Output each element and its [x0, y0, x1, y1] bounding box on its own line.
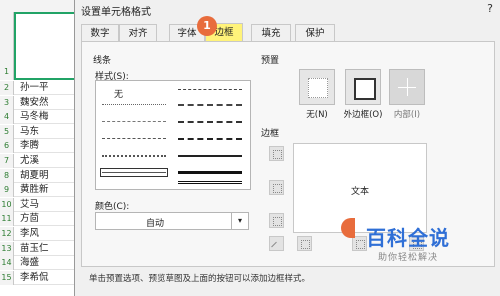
- table-row[interactable]: 李希侃: [14, 271, 82, 285]
- table-row[interactable]: 方茴: [14, 212, 82, 227]
- line-style-none[interactable]: 无: [114, 87, 123, 100]
- dialog-title: 设置单元格格式: [81, 7, 151, 18]
- tab-protection[interactable]: 保护: [295, 24, 335, 41]
- watermark-logo: 百科全说: [366, 226, 450, 250]
- line-style-option[interactable]: [178, 181, 242, 184]
- row-number[interactable]: 14: [0, 256, 14, 271]
- preset-none-button[interactable]: [299, 69, 335, 105]
- color-value: 自动: [146, 219, 165, 229]
- row-number[interactable]: 9: [0, 183, 14, 198]
- row-number[interactable]: 13: [0, 241, 14, 256]
- row-number[interactable]: 11: [0, 212, 14, 227]
- line-style-option[interactable]: [102, 138, 166, 139]
- row-number[interactable]: 12: [0, 227, 14, 241]
- line-style-option[interactable]: [178, 121, 242, 123]
- table-row[interactable]: 胡夏明: [14, 169, 82, 183]
- row-number[interactable]: 10: [0, 197, 14, 212]
- border-label: 边框: [261, 129, 280, 139]
- row-number[interactable]: 6: [0, 139, 14, 154]
- table-row[interactable]: 苗玉仁: [14, 242, 82, 256]
- preset-none-icon: [308, 78, 328, 98]
- chevron-down-icon[interactable]: ▾: [231, 213, 248, 229]
- selected-cell[interactable]: [14, 12, 82, 80]
- border-preview[interactable]: 文本: [293, 143, 427, 233]
- line-style-option[interactable]: [102, 155, 166, 157]
- step-badge-partial: [341, 218, 355, 238]
- preset-outline-button[interactable]: [345, 69, 381, 105]
- preset-none-label: 无(N): [306, 110, 328, 120]
- hint-text: 单击预置选项、预览草图及上面的按钮可以添加边框样式。: [89, 274, 311, 284]
- table-row[interactable]: 尤溪: [14, 154, 82, 168]
- line-style-option[interactable]: [178, 138, 242, 140]
- tab-alignment[interactable]: 对齐: [119, 24, 157, 41]
- spreadsheet-background: 1 2 孙一平 3 魏安然 4 马冬梅 5 马东 6 李腾 7 尤溪 8 胡夏明 9 黄胜新 10 艾马 11 方茴 1…: [0, 0, 82, 296]
- row-number[interactable]: 4: [0, 110, 14, 125]
- line-group-label: 线条: [93, 56, 112, 66]
- preset-inside-label: 内部(I): [393, 110, 421, 120]
- presets-label: 预置: [261, 56, 280, 66]
- line-style-option[interactable]: [178, 89, 242, 90]
- step-badge: 1: [197, 16, 217, 36]
- border-top-button[interactable]: [269, 146, 284, 161]
- preset-outline-label: 外边框(O): [343, 110, 383, 120]
- line-style-option[interactable]: [178, 104, 242, 106]
- border-inside-horizontal-button[interactable]: [269, 180, 284, 195]
- border-left-button[interactable]: [297, 236, 312, 251]
- tab-fill[interactable]: 填充: [251, 24, 291, 41]
- preview-text: 文本: [350, 187, 369, 197]
- table-row[interactable]: 马东: [14, 125, 82, 139]
- help-button[interactable]: ?: [487, 2, 493, 15]
- preset-inside-button[interactable]: [389, 69, 425, 105]
- line-style-list[interactable]: 无: [95, 80, 251, 190]
- border-inside-vertical-button[interactable]: [352, 236, 367, 251]
- border-bottom-button[interactable]: [269, 213, 284, 228]
- color-label: 颜色(C):: [95, 202, 130, 212]
- border-diagonal-up-button[interactable]: [269, 236, 284, 253]
- row-number[interactable]: 7: [0, 154, 14, 168]
- tab-number[interactable]: 数字: [81, 24, 119, 41]
- table-row[interactable]: 艾马: [14, 198, 82, 212]
- row-number[interactable]: 1: [0, 12, 14, 80]
- line-style-option[interactable]: [102, 104, 166, 105]
- table-row[interactable]: 孙一平: [14, 81, 82, 95]
- row-number[interactable]: 8: [0, 168, 14, 183]
- line-style-option[interactable]: [178, 171, 242, 174]
- row-number[interactable]: 5: [0, 124, 14, 139]
- line-style-option[interactable]: [178, 155, 242, 157]
- table-row[interactable]: 黄胜新: [14, 183, 82, 198]
- table-row[interactable]: 李风: [14, 227, 82, 241]
- row-number[interactable]: 15: [0, 270, 14, 285]
- table-row[interactable]: 海盛: [14, 256, 82, 271]
- watermark-subtitle: 助你轻松解决: [378, 253, 439, 263]
- table-row[interactable]: 魏安然: [14, 96, 82, 110]
- table-row[interactable]: 马冬梅: [14, 110, 82, 125]
- table-row[interactable]: 李腾: [14, 139, 82, 154]
- preset-inside-icon: [398, 78, 416, 96]
- row-number[interactable]: 3: [0, 95, 14, 110]
- color-dropdown[interactable]: 自动 ▾: [95, 212, 249, 230]
- selected-line-style: [100, 168, 168, 177]
- row-number[interactable]: 2: [0, 81, 14, 95]
- line-style-option[interactable]: [102, 121, 166, 122]
- preset-outline-icon: [354, 78, 376, 100]
